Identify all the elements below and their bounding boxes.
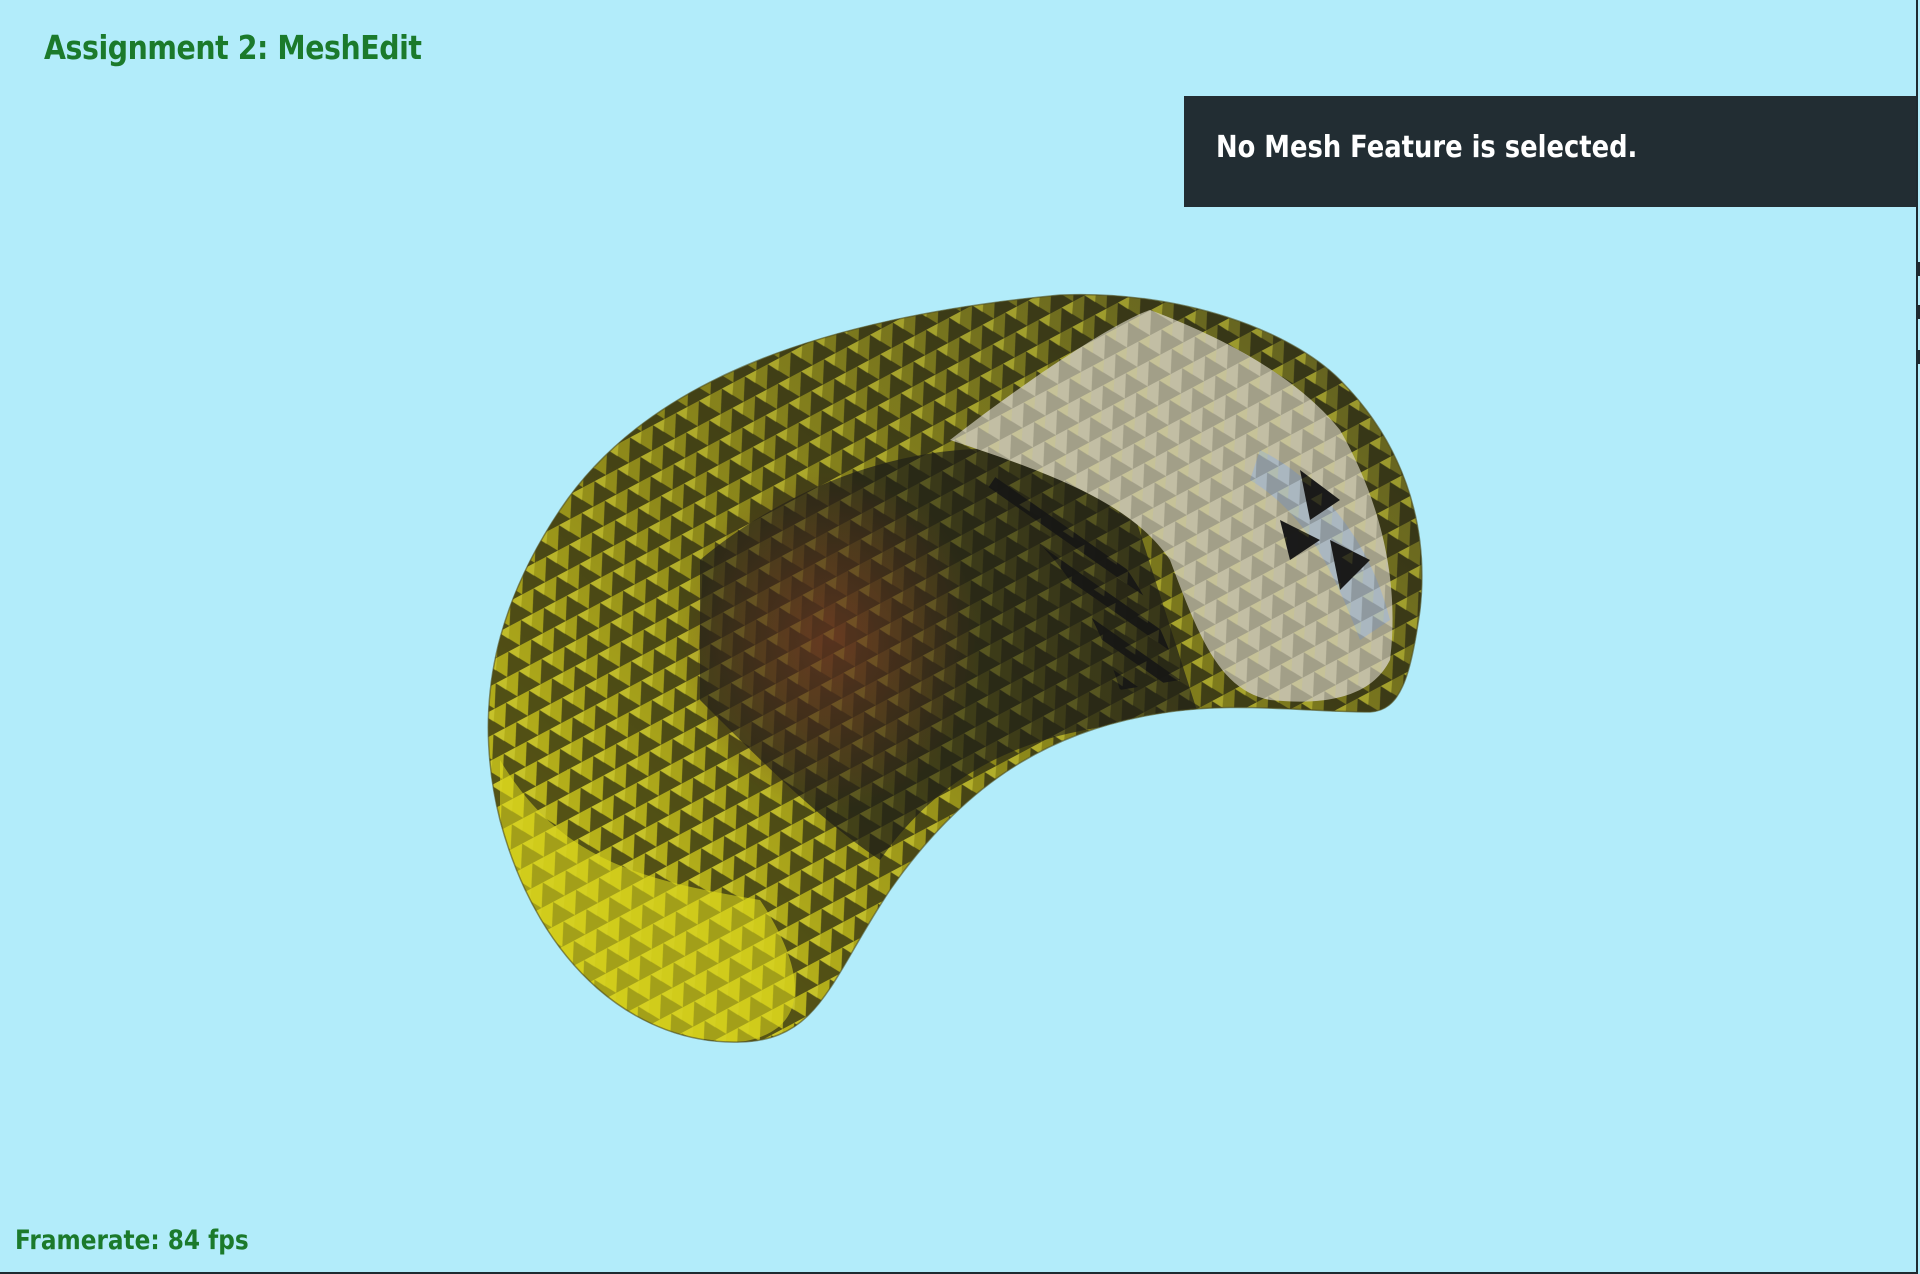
app-title: Assignment 2: MeshEdit — [44, 28, 422, 67]
framerate-readout: Framerate: 84 fps — [15, 1225, 249, 1256]
selection-info-message: No Mesh Feature is selected. — [1216, 130, 1638, 165]
render-viewport[interactable]: Assignment 2: MeshEdit No Mesh Feature i… — [0, 0, 1918, 1274]
selection-info-panel: No Mesh Feature is selected. — [1184, 96, 1916, 207]
